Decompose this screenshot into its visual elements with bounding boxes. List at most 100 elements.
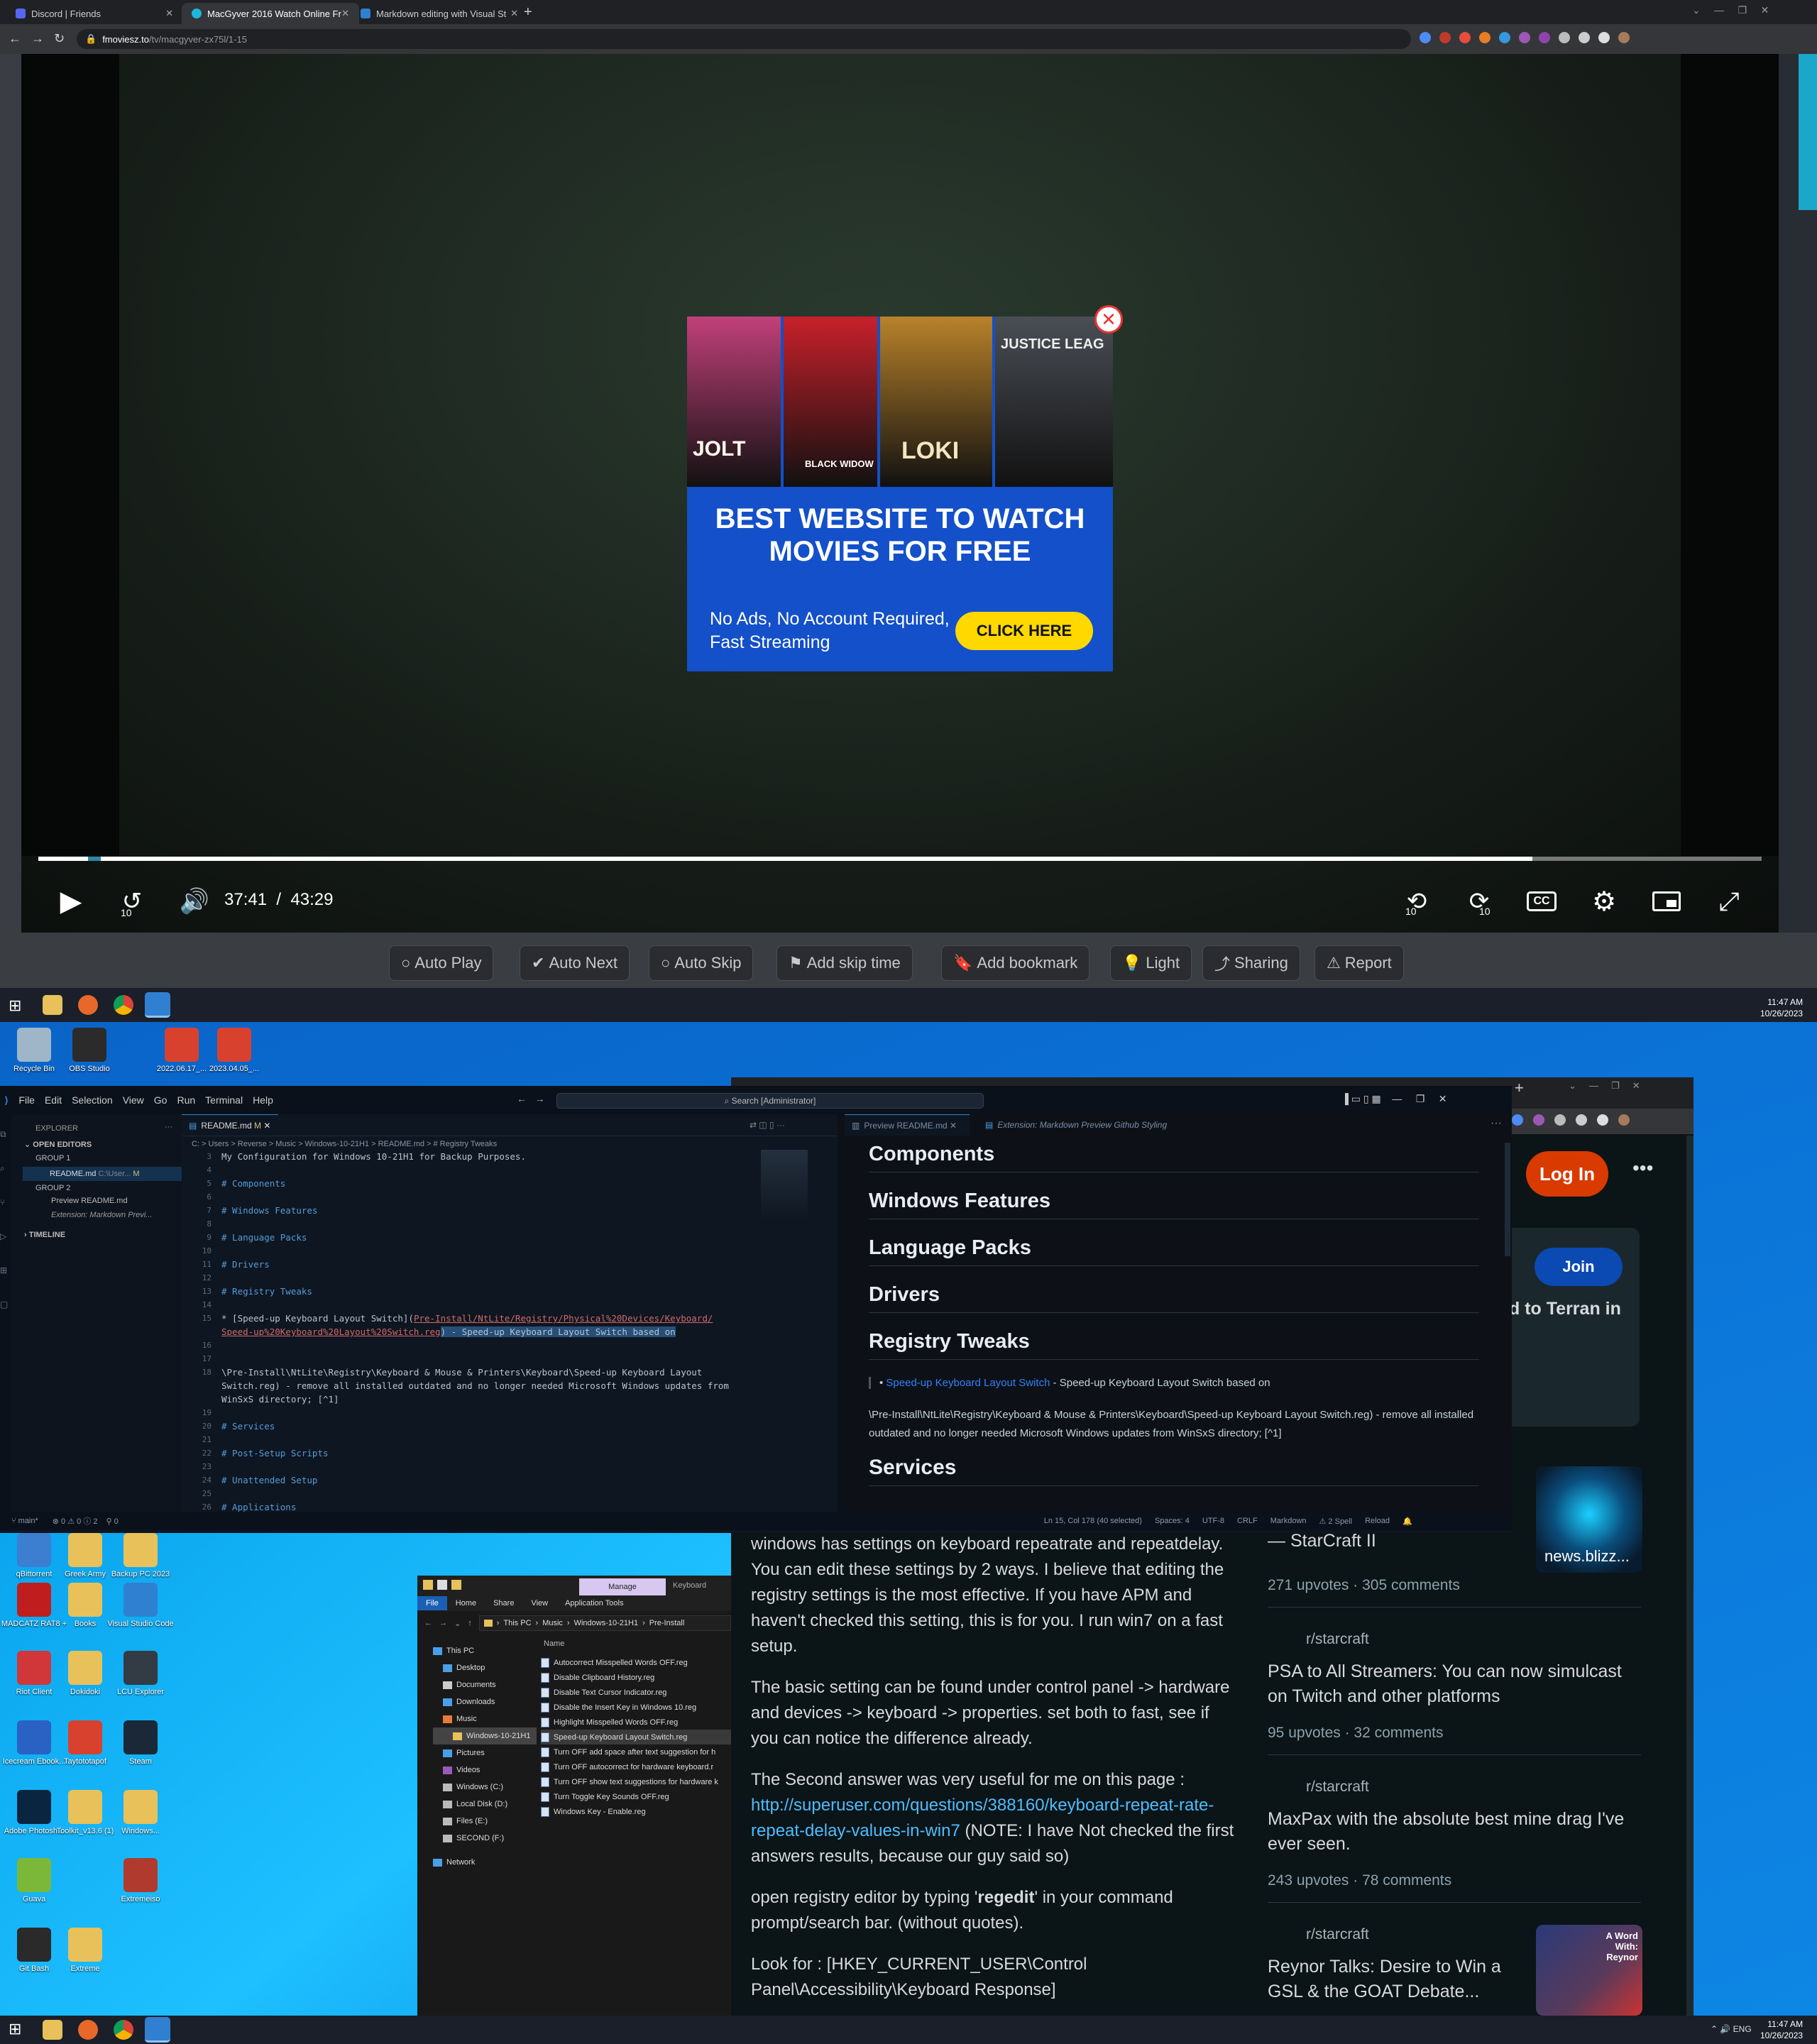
cursor-position[interactable]: Ln 15, Col 178 (40 selected) <box>1044 1517 1142 1525</box>
explorer-address-bar[interactable]: › This PC › Music › Windows-10-21H1 › Pr… <box>478 1615 731 1631</box>
menu-go[interactable]: Go <box>154 1094 168 1106</box>
ribbon-tab-view[interactable]: View <box>522 1596 556 1610</box>
extension-icon[interactable] <box>1533 1114 1544 1126</box>
ad-click-here-button[interactable]: CLICK HERE <box>955 612 1093 650</box>
editor-pane[interactable]: ▤ README.md M ✕ ⇄ ◫ ▯ ··· C: > Users > Re… <box>182 1114 838 1512</box>
code-line[interactable]: 12 <box>182 1271 806 1285</box>
desktop-icon[interactable]: LCU Explorer <box>105 1651 176 1696</box>
file-explorer-icon[interactable] <box>43 995 62 1015</box>
close-tab-icon[interactable]: ✕ <box>341 8 349 19</box>
start-icon[interactable]: ⊞ <box>9 996 21 1015</box>
file-item[interactable]: Autocorrect Misspelled Words OFF.reg <box>541 1655 731 1670</box>
code-line[interactable]: 21 <box>182 1433 806 1446</box>
menu-help[interactable]: Help <box>253 1094 273 1106</box>
tree-item[interactable]: Pictures <box>433 1744 537 1762</box>
extension-icon[interactable] <box>1499 32 1510 43</box>
open-editors-section[interactable]: ⌄ OPEN EDITORS <box>24 1140 92 1149</box>
file-item[interactable]: Turn OFF show text suggestions for hardw… <box>541 1774 731 1789</box>
light-button[interactable]: 💡 Light <box>1110 945 1192 981</box>
recent-icon[interactable]: ⌄ <box>454 1619 461 1628</box>
reddit-scrollbar[interactable] <box>1686 1136 1694 2016</box>
back-icon[interactable]: ← <box>9 31 21 46</box>
code-line[interactable]: 22 # Post-Setup Scripts <box>182 1446 806 1460</box>
path-segment[interactable]: This PC <box>503 1619 531 1627</box>
properties-icon[interactable] <box>437 1580 447 1590</box>
path-segment[interactable]: Windows-10-21H1 <box>574 1619 638 1627</box>
code-line[interactable]: 16 <box>182 1339 806 1352</box>
ribbon-tab-file[interactable]: File <box>417 1596 447 1610</box>
code-line[interactable]: 19 <box>182 1406 806 1419</box>
extension-icon[interactable] <box>1519 32 1530 43</box>
file-item[interactable]: Turn OFF autocorrect for hardware keyboa… <box>541 1759 731 1774</box>
pip-icon[interactable] <box>1645 880 1688 923</box>
tab-markdown[interactable]: Markdown editing with Visual St ✕ <box>351 3 528 24</box>
desktop-icon[interactable]: Extreme <box>50 1928 121 1973</box>
desktop-icon[interactable]: 2023.04.05_... <box>199 1028 270 1073</box>
more-icon[interactable]: ··· <box>165 1123 172 1131</box>
code-line[interactable]: 10 <box>182 1244 806 1258</box>
preview-scrollbar[interactable] <box>1505 1143 1510 1256</box>
post-title[interactable]: PSA to All Streamers: You can now simulc… <box>1268 1659 1637 1709</box>
new-tab-button[interactable]: + <box>524 4 532 21</box>
desktop-icon[interactable]: Windows... <box>105 1790 176 1835</box>
rewind-10-icon[interactable]: ↺ 10 <box>111 880 153 923</box>
new-folder-icon[interactable] <box>451 1580 461 1590</box>
more-icon[interactable]: ··· <box>1491 1117 1502 1130</box>
tree-item[interactable]: Music <box>433 1710 537 1727</box>
open-editor-extension[interactable]: Extension: Markdown Previ... <box>51 1211 152 1219</box>
code-line[interactable]: 4 <box>182 1163 806 1177</box>
add-bookmark-button[interactable]: 🔖 Add bookmark <box>941 945 1090 981</box>
code-line[interactable]: 24 # Unattended Setup <box>182 1473 806 1487</box>
report-button[interactable]: ⚠ Report <box>1314 945 1404 981</box>
auto-skip-button[interactable]: ○ Auto Skip <box>649 945 754 981</box>
minimap[interactable] <box>761 1150 808 1221</box>
code-line[interactable]: 23 <box>182 1460 806 1473</box>
forward-icon[interactable]: → <box>439 1619 447 1627</box>
puzzle-icon[interactable] <box>1554 1114 1566 1126</box>
spell-status[interactable]: ⚠ 2 Spell <box>1319 1517 1353 1526</box>
activity-icons[interactable]: ⧉ ⌕ ⑂ ▷ ⊞ ▢ <box>0 1117 11 1322</box>
extension-icon[interactable] <box>1512 1114 1523 1126</box>
link-url[interactable]: Pre-Install/NtLite/Registry/Physical%20D… <box>414 1313 713 1324</box>
code-line[interactable]: 15 * [Speed-up Keyboard Layout Switch](Pr… <box>182 1312 806 1325</box>
volume-icon[interactable]: 🔊 <box>173 880 216 923</box>
close-icon[interactable]: ✕ <box>950 1121 957 1131</box>
post-title[interactable]: MaxPax with the absolute best mine drag … <box>1268 1807 1637 1857</box>
ublock-icon[interactable] <box>1439 32 1451 43</box>
code-line[interactable]: 14 <box>182 1298 806 1312</box>
subreddit-name[interactable]: r/starcraft <box>1306 1926 1369 1943</box>
code-line[interactable]: 18 \Pre-Install\NtLite\Registry\Keyboard … <box>182 1366 806 1379</box>
ribbon-tab-application-tools[interactable]: Application Tools <box>556 1596 632 1610</box>
back-icon[interactable]: ← <box>424 1619 432 1627</box>
command-center-search[interactable]: ⌕ Search [Administrator] <box>556 1093 984 1109</box>
nav-arrows[interactable]: ← → <box>517 1093 545 1104</box>
tree-item[interactable]: Windows-10-21H1 <box>433 1727 537 1744</box>
path-segment[interactable]: Music <box>542 1619 563 1627</box>
close-tab-icon[interactable]: ✕ <box>510 8 518 19</box>
folder-icon[interactable] <box>423 1580 433 1590</box>
new-tab-button[interactable]: + <box>1515 1079 1524 1097</box>
close-tab-icon[interactable]: ✕ <box>165 8 173 19</box>
forward-icon[interactable]: → <box>31 31 44 46</box>
reload-status[interactable]: Reload <box>1365 1517 1390 1525</box>
extension-icon[interactable] <box>1459 32 1471 43</box>
desktop-icon[interactable]: OBS Studio <box>54 1028 125 1073</box>
file-item[interactable]: Speed-up Keyboard Layout Switch.reg <box>541 1730 731 1744</box>
bell-icon[interactable]: 🔔 <box>1402 1517 1412 1526</box>
branch-status[interactable]: ⑂ main* <box>11 1517 38 1525</box>
forward-10-icon[interactable]: ⟳ 10 <box>1458 880 1500 923</box>
editor-tab-readme[interactable]: ▤ README.md M ✕ <box>182 1114 278 1136</box>
desktop-icon[interactable]: Steam <box>105 1720 176 1766</box>
auto-play-button[interactable]: ○ Auto Play <box>389 945 494 981</box>
file-item[interactable]: Disable the Insert Key in Windows 10.reg <box>541 1700 731 1715</box>
tree-item[interactable]: Downloads <box>433 1693 537 1710</box>
file-item[interactable]: Disable Text Cursor Indicator.reg <box>541 1685 731 1700</box>
ad-popup[interactable]: JOLT BLACK WIDOW LOKI JUSTICE LEAG BEST … <box>687 317 1113 671</box>
code-line[interactable]: WinSxS directory; [^1] <box>182 1392 806 1406</box>
subreddit-name[interactable]: r/starcraft <box>1306 1779 1369 1796</box>
gear-icon[interactable]: ⚙ <box>1583 880 1625 923</box>
code-line[interactable]: 20 # Services <box>182 1419 806 1433</box>
breadcrumb[interactable]: C: > Users > Reverse > Music > Windows-1… <box>192 1140 497 1148</box>
avatar[interactable] <box>1618 1114 1630 1126</box>
chrome-icon[interactable] <box>114 2020 133 2040</box>
